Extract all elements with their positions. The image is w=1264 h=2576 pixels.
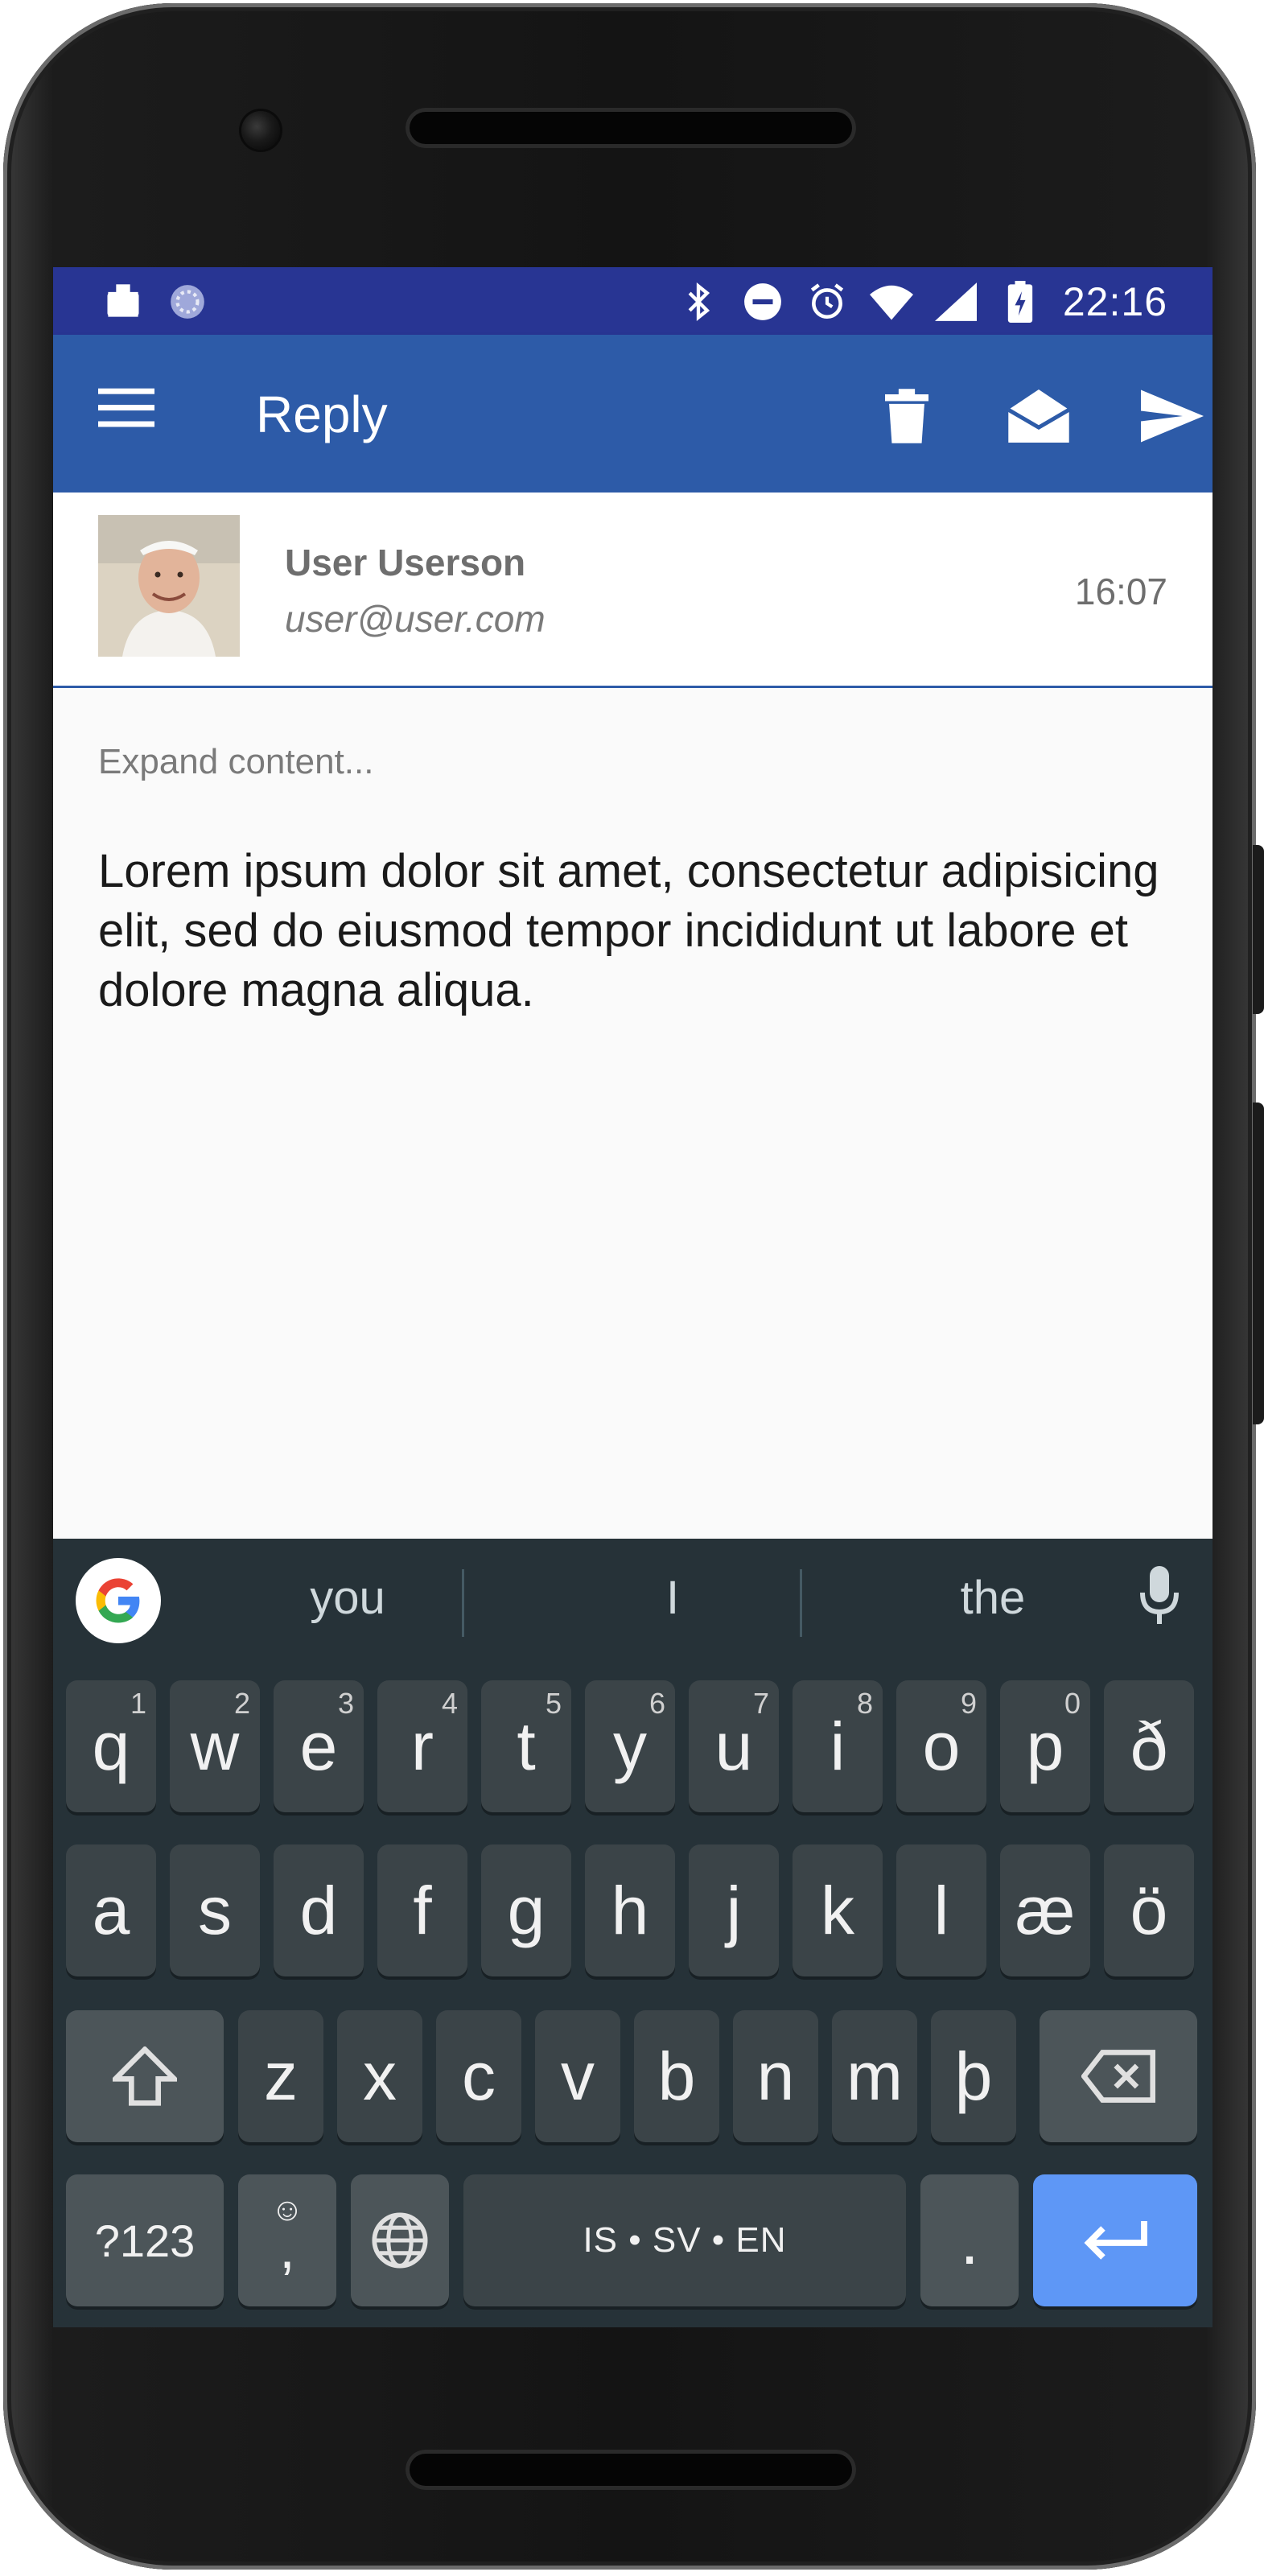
key-d[interactable]: d bbox=[274, 1844, 364, 1976]
soft-keyboard: you I the q1 w2 e3 r4 t5 y6 u7 i8 o9 p 0… bbox=[53, 1539, 1213, 2327]
key-z[interactable]: z bbox=[238, 2010, 323, 2142]
key-ae[interactable]: æ bbox=[1000, 1844, 1090, 1976]
key-w[interactable]: w2 bbox=[170, 1680, 260, 1812]
key-t[interactable]: t5 bbox=[481, 1680, 571, 1812]
do-not-disturb-icon bbox=[741, 280, 784, 324]
shift-icon bbox=[113, 2046, 177, 2106]
space-key[interactable]: IS • SV • EN bbox=[463, 2174, 906, 2306]
sender-email: user@user.com bbox=[285, 598, 546, 640]
backspace-key[interactable] bbox=[1040, 2010, 1197, 2142]
key-u[interactable]: u7 bbox=[689, 1680, 779, 1812]
status-bar: 22:16 bbox=[53, 267, 1213, 335]
bottom-speaker bbox=[406, 2450, 856, 2490]
key-j[interactable]: j bbox=[689, 1844, 779, 1976]
key-b[interactable]: b bbox=[634, 2010, 719, 2142]
suggestion-3[interactable]: the bbox=[840, 1571, 1146, 1625]
screen: 22:16 Reply User Userson user@user.com 1… bbox=[53, 267, 1213, 2327]
reply-body-text[interactable]: Lorem ipsum dolor sit amet, consectetur … bbox=[98, 842, 1160, 1020]
google-icon[interactable] bbox=[76, 1558, 161, 1643]
wifi-icon bbox=[869, 280, 913, 324]
top-speaker bbox=[406, 108, 856, 148]
key-x[interactable]: x bbox=[337, 2010, 422, 2142]
expand-content-link[interactable]: Expand content... bbox=[98, 742, 373, 782]
send-icon[interactable] bbox=[1136, 380, 1208, 452]
status-time: 22:16 bbox=[1062, 279, 1167, 324]
app-bar: Reply bbox=[53, 335, 1213, 493]
enter-icon bbox=[1084, 2221, 1147, 2260]
enter-key[interactable] bbox=[1033, 2174, 1197, 2306]
battery-charging-icon bbox=[998, 280, 1042, 324]
language-key[interactable] bbox=[351, 2174, 449, 2306]
suggestion-bar: you I the bbox=[53, 1539, 1213, 1671]
mark-read-icon[interactable] bbox=[1003, 380, 1075, 452]
key-p[interactable]: p0 bbox=[1000, 1680, 1090, 1812]
key-a[interactable]: a bbox=[66, 1844, 156, 1976]
key-y[interactable]: y6 bbox=[585, 1680, 675, 1812]
key-s[interactable]: s bbox=[170, 1844, 260, 1976]
signal-icon bbox=[934, 280, 978, 324]
delete-icon[interactable] bbox=[871, 380, 943, 452]
sender-name: User Userson bbox=[285, 542, 526, 583]
alarm-icon bbox=[805, 280, 849, 324]
key-thorn[interactable]: þ bbox=[931, 2010, 1016, 2142]
work-profile-icon bbox=[101, 280, 145, 324]
phone-frame: 22:16 Reply User Userson user@user.com 1… bbox=[3, 3, 1256, 2570]
backspace-icon bbox=[1081, 2050, 1155, 2103]
message-header[interactable]: User Userson user@user.com 16:07 bbox=[53, 493, 1213, 688]
key-o-umlaut[interactable]: ö bbox=[1104, 1844, 1194, 1976]
globe-icon bbox=[372, 2212, 428, 2269]
suggestion-divider bbox=[800, 1569, 802, 1637]
suggestion-2[interactable]: I bbox=[520, 1571, 826, 1625]
microphone-icon[interactable] bbox=[1131, 1566, 1188, 1638]
menu-icon[interactable] bbox=[98, 383, 163, 439]
bluetooth-icon bbox=[677, 280, 720, 324]
comma-emoji-key[interactable]: ☺ , bbox=[238, 2174, 336, 2306]
avatar bbox=[98, 515, 240, 657]
power-button bbox=[1253, 845, 1264, 1014]
message-time: 16:07 bbox=[1074, 571, 1167, 612]
symbols-key[interactable]: ?123 bbox=[66, 2174, 224, 2306]
key-v[interactable]: v bbox=[535, 2010, 620, 2142]
period-key[interactable]: . bbox=[920, 2174, 1019, 2306]
key-n[interactable]: n bbox=[733, 2010, 818, 2142]
key-o[interactable]: o9 bbox=[896, 1680, 986, 1812]
page-title: Reply bbox=[256, 385, 388, 443]
key-h[interactable]: h bbox=[585, 1844, 675, 1976]
suggestion-divider bbox=[462, 1569, 464, 1637]
key-r[interactable]: r4 bbox=[377, 1680, 467, 1812]
shift-key[interactable] bbox=[66, 2010, 224, 2142]
front-camera bbox=[241, 111, 280, 150]
key-m[interactable]: m bbox=[832, 2010, 917, 2142]
key-c[interactable]: c bbox=[436, 2010, 521, 2142]
suggestion-1[interactable]: you bbox=[195, 1571, 500, 1625]
volume-button bbox=[1253, 1103, 1264, 1424]
key-i[interactable]: i8 bbox=[793, 1680, 883, 1812]
key-eth[interactable]: ð bbox=[1104, 1680, 1194, 1812]
sync-icon bbox=[166, 280, 209, 324]
key-q[interactable]: q1 bbox=[66, 1680, 156, 1812]
key-k[interactable]: k bbox=[793, 1844, 883, 1976]
key-f[interactable]: f bbox=[377, 1844, 467, 1976]
key-g[interactable]: g bbox=[481, 1844, 571, 1976]
key-e[interactable]: e3 bbox=[274, 1680, 364, 1812]
key-l[interactable]: l bbox=[896, 1844, 986, 1976]
